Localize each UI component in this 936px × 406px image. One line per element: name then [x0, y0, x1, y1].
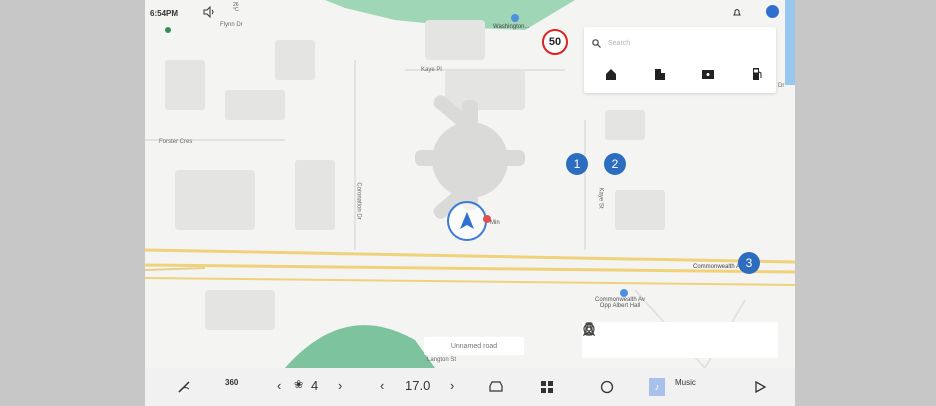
work-icon[interactable]: [653, 67, 667, 81]
play-icon[interactable]: [753, 380, 767, 394]
bottom-control-bar: 360 ‹ ❀ 4 › ‹ 17.0 › ♪ Music: [145, 368, 795, 406]
bell-icon[interactable]: [732, 7, 742, 17]
destination-pin-icon[interactable]: [483, 215, 491, 223]
outside-temperature: 26 °C: [233, 2, 239, 13]
fuel-icon[interactable]: [750, 67, 764, 81]
bus-stop-icon[interactable]: [620, 289, 628, 297]
cabin-temperature: 17.0: [405, 378, 431, 393]
car-screen: Flynn Dr Washington... Kaye Pl Forster C…: [145, 0, 795, 406]
connection-indicator-icon: [165, 27, 171, 33]
search-input[interactable]: Search: [592, 36, 762, 50]
search-placeholder: Search: [608, 39, 631, 47]
street-label: Kaye Pl: [421, 67, 442, 73]
search-panel: Search: [584, 27, 776, 93]
street-label: Kaye St: [597, 187, 604, 209]
temp-decrease-button[interactable]: ‹: [380, 378, 384, 393]
fan-level: 4: [311, 378, 319, 393]
clock: 6:54PM: [150, 9, 179, 18]
quick-destinations: [604, 67, 764, 83]
car-icon[interactable]: [488, 380, 504, 394]
wiper-icon[interactable]: [177, 380, 191, 394]
street-label: Dr: [778, 83, 785, 89]
camera-360-button[interactable]: 360: [225, 378, 238, 387]
temp-increase-button[interactable]: ›: [450, 378, 454, 393]
street-label: Forster Cres: [159, 139, 193, 145]
unnamed-road-label: Unnamed road: [424, 337, 524, 355]
apps-grid-icon[interactable]: [540, 380, 554, 394]
marker-badge-2[interactable]: 2: [604, 153, 626, 175]
home-circle-button[interactable]: [600, 380, 614, 394]
home-icon[interactable]: [604, 67, 618, 81]
search-icon: [592, 38, 601, 48]
fan-increase-button[interactable]: ›: [338, 378, 342, 393]
navigation-arrow-icon: [460, 212, 474, 229]
fan-decrease-button[interactable]: ‹: [277, 378, 281, 393]
map-controls: [582, 322, 778, 358]
street-label: Coronation Dr: [355, 182, 362, 220]
pin-label: Min: [490, 220, 500, 226]
fan-icon: ❀: [294, 379, 304, 391]
music-album-icon[interactable]: ♪: [649, 378, 665, 396]
folder-icon[interactable]: [701, 67, 715, 81]
volume-icon[interactable]: [203, 6, 215, 18]
current-location-marker[interactable]: [447, 201, 487, 241]
speed-limit-sign: 50: [542, 29, 568, 55]
marker-badge-1[interactable]: 1: [566, 153, 588, 175]
profile-avatar[interactable]: [766, 5, 779, 18]
bus-stop-label: Commonwealth Av Opp Albert Hall: [595, 297, 645, 309]
marker-badge-3[interactable]: 3: [738, 252, 760, 274]
poi-label: Washington...: [493, 24, 530, 30]
settings-icon[interactable]: [582, 322, 596, 336]
music-label[interactable]: Music: [675, 378, 696, 387]
street-label: Langton St: [427, 357, 457, 363]
park-area: [285, 325, 435, 368]
status-bar: 6:54PM 26 °C: [145, 0, 795, 24]
